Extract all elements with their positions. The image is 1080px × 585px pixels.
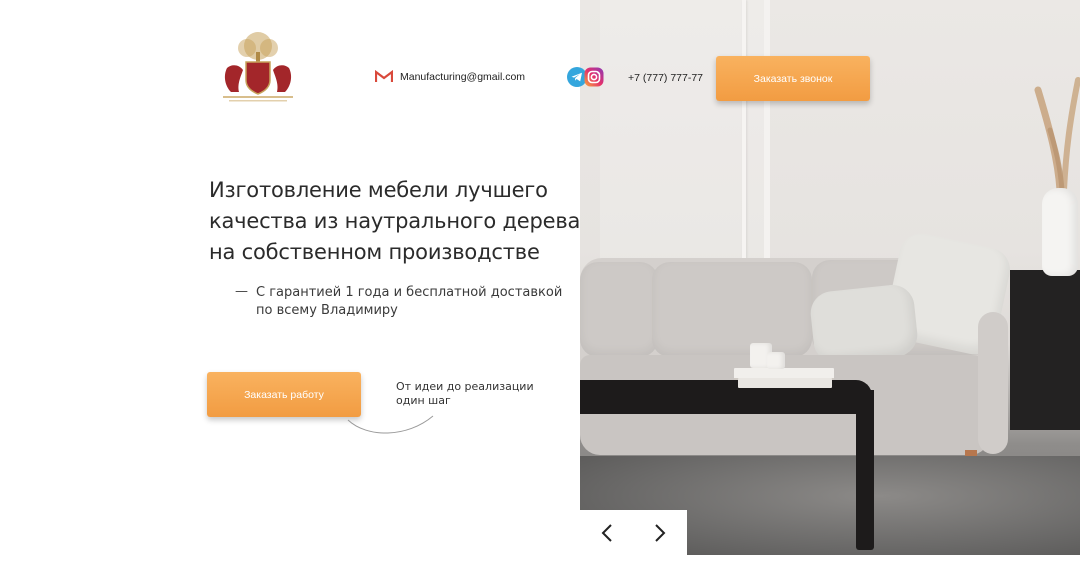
decorative-curve [347, 415, 434, 434]
slider-nav [580, 510, 687, 555]
pampas-grass [1034, 77, 1080, 190]
sofa-arm [978, 312, 1008, 454]
hero-title-line: качества из наутрального дерева [209, 209, 581, 233]
shield-icon [245, 61, 271, 95]
hero-title-line: Изготовление мебели лучшего [209, 178, 548, 202]
instagram-icon[interactable] [584, 67, 604, 87]
chevron-right-icon[interactable] [647, 520, 673, 546]
hero-subtitle: С гарантией 1 года и бесплатной доставко… [256, 284, 596, 320]
book [738, 378, 832, 388]
request-call-button[interactable]: Заказать звонок [716, 56, 870, 101]
hero-note-line: один шаг [396, 394, 451, 407]
landing-page: Manufacturing@gmail.com +7 (777) 777-77 … [0, 0, 1080, 585]
hero-note-line: От идеи до реализации [396, 380, 534, 393]
hero-note: От идеи до реализации один шаг [396, 380, 534, 408]
email-text[interactable]: Manufacturing@gmail.com [400, 71, 525, 83]
wall-molding [742, 0, 746, 260]
order-work-button[interactable]: Заказать работу [207, 372, 361, 417]
hero-title-line: на собственном производстве [209, 240, 540, 264]
gmail-icon [375, 70, 393, 82]
candle [767, 352, 785, 369]
contact-phone[interactable]: +7 (777) 777-77 [628, 72, 703, 84]
lion-icon [224, 65, 243, 92]
vase [1042, 188, 1078, 276]
coffee-table-leg [856, 390, 874, 550]
pillow [808, 282, 920, 366]
chevron-left-icon[interactable] [594, 520, 620, 546]
lion-icon [273, 65, 292, 92]
subtitle-dash: — [235, 284, 248, 299]
sofa-cushion [652, 262, 812, 357]
contact-email[interactable]: Manufacturing@gmail.com [375, 70, 525, 83]
company-logo[interactable] [213, 28, 303, 106]
social-links [567, 67, 604, 87]
hero-subtitle-line: по всему Владимиру [256, 303, 398, 318]
hero-title: Изготовление мебели лучшего качества из … [209, 175, 609, 268]
side-shelf [1010, 270, 1080, 430]
hero-subtitle-line: С гарантией 1 года и бесплатной доставко… [256, 285, 563, 300]
